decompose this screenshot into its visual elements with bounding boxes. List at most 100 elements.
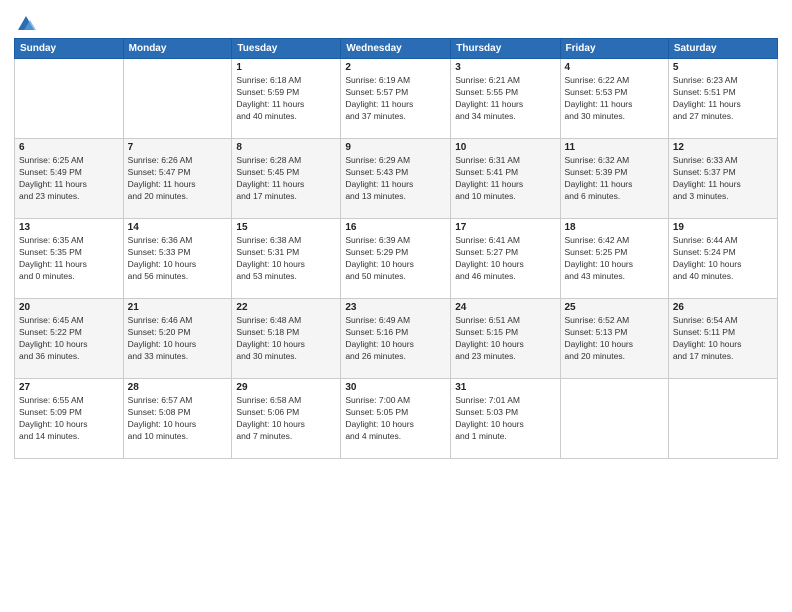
calendar-cell: 15 Sunrise: 6:38 AMSunset: 5:31 PMDayligh… xyxy=(232,219,341,299)
day-number: 17 xyxy=(455,222,555,233)
calendar-cell xyxy=(560,379,668,459)
day-info: Sunrise: 6:57 AMSunset: 5:08 PMDaylight:… xyxy=(128,395,228,443)
day-info: Sunrise: 6:18 AMSunset: 5:59 PMDaylight:… xyxy=(236,75,336,123)
weekday-saturday: Saturday xyxy=(668,39,777,59)
day-info: Sunrise: 6:48 AMSunset: 5:18 PMDaylight:… xyxy=(236,315,336,363)
calendar-cell: 12 Sunrise: 6:33 AMSunset: 5:37 PMDayligh… xyxy=(668,139,777,219)
calendar-cell: 26Sunrise: 6:54 AMSunset: 5:11 PMDayligh… xyxy=(668,299,777,379)
day-number: 10 xyxy=(455,142,555,153)
day-number: 11 xyxy=(565,142,664,153)
weekday-monday: Monday xyxy=(123,39,232,59)
calendar-cell: 23 Sunrise: 6:49 AMSunset: 5:16 PMDayligh… xyxy=(341,299,451,379)
day-info: Sunrise: 7:00 AMSunset: 5:05 PMDaylight:… xyxy=(345,395,446,443)
day-number: 28 xyxy=(128,382,228,393)
day-info: Sunrise: 6:44 AMSunset: 5:24 PMDaylight:… xyxy=(673,235,773,283)
day-number: 16 xyxy=(345,222,446,233)
week-row-4: 27 Sunrise: 6:55 AMSunset: 5:09 PMDayligh… xyxy=(15,379,778,459)
calendar-cell: 10 Sunrise: 6:31 AMSunset: 5:41 PMDayligh… xyxy=(451,139,560,219)
calendar-cell: 7 Sunrise: 6:26 AMSunset: 5:47 PMDaylight… xyxy=(123,139,232,219)
day-info: Sunrise: 6:31 AMSunset: 5:41 PMDaylight:… xyxy=(455,155,555,203)
day-info: Sunrise: 6:58 AMSunset: 5:06 PMDaylight:… xyxy=(236,395,336,443)
calendar-cell: 9 Sunrise: 6:29 AMSunset: 5:43 PMDaylight… xyxy=(341,139,451,219)
day-info: Sunrise: 6:36 AMSunset: 5:33 PMDaylight:… xyxy=(128,235,228,283)
day-info: Sunrise: 6:22 AMSunset: 5:53 PMDaylight:… xyxy=(565,75,664,123)
header xyxy=(14,12,778,30)
day-number: 29 xyxy=(236,382,336,393)
day-info: Sunrise: 6:21 AMSunset: 5:55 PMDaylight:… xyxy=(455,75,555,123)
day-number: 15 xyxy=(236,222,336,233)
day-info: Sunrise: 6:46 AMSunset: 5:20 PMDaylight:… xyxy=(128,315,228,363)
week-row-2: 13 Sunrise: 6:35 AMSunset: 5:35 PMDayligh… xyxy=(15,219,778,299)
calendar-cell: 20 Sunrise: 6:45 AMSunset: 5:22 PMDayligh… xyxy=(15,299,124,379)
day-number: 4 xyxy=(565,62,664,73)
day-number: 9 xyxy=(345,142,446,153)
day-number: 7 xyxy=(128,142,228,153)
calendar-cell: 24 Sunrise: 6:51 AMSunset: 5:15 PMDayligh… xyxy=(451,299,560,379)
calendar-cell: 1 Sunrise: 6:18 AMSunset: 5:59 PMDaylight… xyxy=(232,59,341,139)
calendar-cell: 18 Sunrise: 6:42 AMSunset: 5:25 PMDayligh… xyxy=(560,219,668,299)
day-number: 13 xyxy=(19,222,119,233)
calendar-cell: 4 Sunrise: 6:22 AMSunset: 5:53 PMDaylight… xyxy=(560,59,668,139)
calendar-cell: 17Sunrise: 6:41 AMSunset: 5:27 PMDayligh… xyxy=(451,219,560,299)
page: SundayMondayTuesdayWednesdayThursdayFrid… xyxy=(0,0,792,612)
day-number: 3 xyxy=(455,62,555,73)
calendar-cell: 25Sunrise: 6:52 AMSunset: 5:13 PMDayligh… xyxy=(560,299,668,379)
day-info: Sunrise: 6:54 AMSunset: 5:11 PMDaylight:… xyxy=(673,315,773,363)
weekday-thursday: Thursday xyxy=(451,39,560,59)
day-info: Sunrise: 6:51 AMSunset: 5:15 PMDaylight:… xyxy=(455,315,555,363)
calendar-cell: 3 Sunrise: 6:21 AMSunset: 5:55 PMDaylight… xyxy=(451,59,560,139)
calendar-cell: 8 Sunrise: 6:28 AMSunset: 5:45 PMDaylight… xyxy=(232,139,341,219)
weekday-wednesday: Wednesday xyxy=(341,39,451,59)
day-info: Sunrise: 6:26 AMSunset: 5:47 PMDaylight:… xyxy=(128,155,228,203)
day-number: 2 xyxy=(345,62,446,73)
day-info: Sunrise: 6:49 AMSunset: 5:16 PMDaylight:… xyxy=(345,315,446,363)
day-info: Sunrise: 6:33 AMSunset: 5:37 PMDaylight:… xyxy=(673,155,773,203)
day-number: 23 xyxy=(345,302,446,313)
calendar-cell: 11Sunrise: 6:32 AMSunset: 5:39 PMDayligh… xyxy=(560,139,668,219)
calendar-cell: 19 Sunrise: 6:44 AMSunset: 5:24 PMDayligh… xyxy=(668,219,777,299)
day-number: 5 xyxy=(673,62,773,73)
week-row-0: 1 Sunrise: 6:18 AMSunset: 5:59 PMDaylight… xyxy=(15,59,778,139)
day-number: 20 xyxy=(19,302,119,313)
day-info: Sunrise: 6:19 AMSunset: 5:57 PMDaylight:… xyxy=(345,75,446,123)
calendar-cell: 29 Sunrise: 6:58 AMSunset: 5:06 PMDayligh… xyxy=(232,379,341,459)
calendar-cell: 28 Sunrise: 6:57 AMSunset: 5:08 PMDayligh… xyxy=(123,379,232,459)
calendar-cell: 27 Sunrise: 6:55 AMSunset: 5:09 PMDayligh… xyxy=(15,379,124,459)
day-number: 19 xyxy=(673,222,773,233)
calendar-header: SundayMondayTuesdayWednesdayThursdayFrid… xyxy=(15,39,778,59)
day-info: Sunrise: 6:55 AMSunset: 5:09 PMDaylight:… xyxy=(19,395,119,443)
day-info: Sunrise: 6:25 AMSunset: 5:49 PMDaylight:… xyxy=(19,155,119,203)
day-info: Sunrise: 6:42 AMSunset: 5:25 PMDaylight:… xyxy=(565,235,664,283)
week-row-3: 20 Sunrise: 6:45 AMSunset: 5:22 PMDayligh… xyxy=(15,299,778,379)
weekday-tuesday: Tuesday xyxy=(232,39,341,59)
day-info: Sunrise: 6:45 AMSunset: 5:22 PMDaylight:… xyxy=(19,315,119,363)
weekday-sunday: Sunday xyxy=(15,39,124,59)
day-number: 12 xyxy=(673,142,773,153)
calendar-table: SundayMondayTuesdayWednesdayThursdayFrid… xyxy=(14,38,778,459)
logo-icon xyxy=(14,12,36,34)
calendar-cell: 14 Sunrise: 6:36 AMSunset: 5:33 PMDayligh… xyxy=(123,219,232,299)
calendar-cell xyxy=(15,59,124,139)
day-number: 21 xyxy=(128,302,228,313)
day-number: 8 xyxy=(236,142,336,153)
day-number: 14 xyxy=(128,222,228,233)
calendar-cell: 16Sunrise: 6:39 AMSunset: 5:29 PMDayligh… xyxy=(341,219,451,299)
day-number: 6 xyxy=(19,142,119,153)
day-number: 18 xyxy=(565,222,664,233)
calendar-cell: 21 Sunrise: 6:46 AMSunset: 5:20 PMDayligh… xyxy=(123,299,232,379)
day-info: Sunrise: 6:23 AMSunset: 5:51 PMDaylight:… xyxy=(673,75,773,123)
day-info: Sunrise: 6:28 AMSunset: 5:45 PMDaylight:… xyxy=(236,155,336,203)
day-number: 31 xyxy=(455,382,555,393)
day-info: Sunrise: 6:29 AMSunset: 5:43 PMDaylight:… xyxy=(345,155,446,203)
day-number: 1 xyxy=(236,62,336,73)
day-number: 24 xyxy=(455,302,555,313)
calendar-cell: 31Sunrise: 7:01 AMSunset: 5:03 PMDayligh… xyxy=(451,379,560,459)
weekday-header-row: SundayMondayTuesdayWednesdayThursdayFrid… xyxy=(15,39,778,59)
calendar-cell: 5 Sunrise: 6:23 AMSunset: 5:51 PMDaylight… xyxy=(668,59,777,139)
calendar-cell: 13 Sunrise: 6:35 AMSunset: 5:35 PMDayligh… xyxy=(15,219,124,299)
day-number: 27 xyxy=(19,382,119,393)
day-info: Sunrise: 6:35 AMSunset: 5:35 PMDaylight:… xyxy=(19,235,119,283)
calendar-cell: 6 Sunrise: 6:25 AMSunset: 5:49 PMDaylight… xyxy=(15,139,124,219)
day-info: Sunrise: 6:52 AMSunset: 5:13 PMDaylight:… xyxy=(565,315,664,363)
day-info: Sunrise: 6:38 AMSunset: 5:31 PMDaylight:… xyxy=(236,235,336,283)
